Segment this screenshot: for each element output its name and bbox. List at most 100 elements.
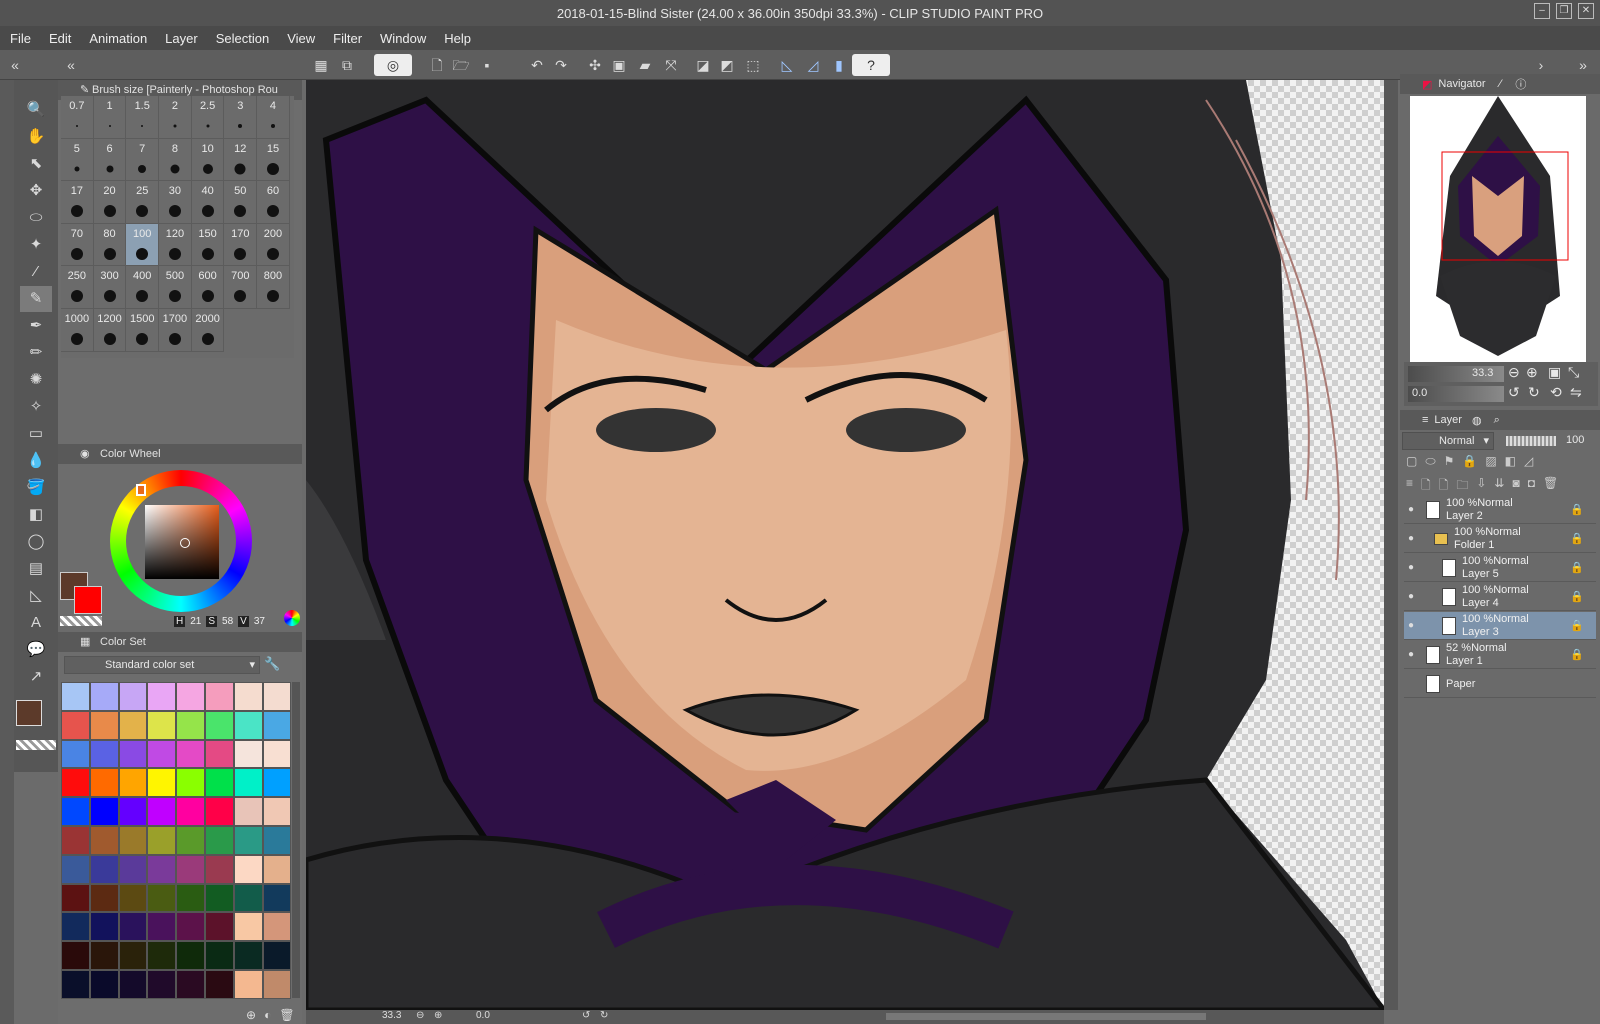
mask-enable-icon[interactable]: ◧ xyxy=(1505,454,1516,474)
new-file-icon[interactable]: 🗋 xyxy=(426,54,448,76)
visibility-eye-icon[interactable]: ● xyxy=(1408,504,1414,515)
move-layer-icon[interactable]: ✥ xyxy=(20,178,52,204)
color-set-swatch[interactable] xyxy=(233,739,263,769)
expand-right-icon[interactable]: › xyxy=(1530,54,1552,76)
brush-size-option[interactable]: 50 xyxy=(224,181,258,224)
color-set-swatch[interactable] xyxy=(118,710,148,740)
drawing-canvas[interactable] xyxy=(306,80,1384,1010)
decoration-icon[interactable]: ✧ xyxy=(20,394,52,420)
new-raster-layer-icon[interactable]: 🗋 xyxy=(1421,476,1431,496)
brush-size-option[interactable]: 1200 xyxy=(93,308,127,352)
color-set-swatch[interactable] xyxy=(262,969,292,999)
color-set-swatch[interactable] xyxy=(176,969,205,999)
help-button[interactable]: ? xyxy=(852,54,890,76)
color-set-swatch[interactable] xyxy=(61,768,90,798)
color-set-swatch[interactable] xyxy=(147,768,177,798)
color-set-swatch[interactable] xyxy=(118,825,148,855)
color-set-swatch[interactable] xyxy=(118,941,148,970)
maximize-button[interactable]: ❐ xyxy=(1556,3,1572,19)
redo-icon[interactable]: ↷ xyxy=(550,54,572,76)
layer-row-paper[interactable]: Paper xyxy=(1404,670,1596,698)
color-set-swatch[interactable] xyxy=(89,941,119,970)
color-set-swatch[interactable] xyxy=(61,797,90,826)
eraser-icon[interactable]: ▭ xyxy=(20,421,52,447)
color-set-swatch[interactable] xyxy=(147,854,177,884)
brush-size-option[interactable]: 400 xyxy=(126,266,160,309)
layer-property-tab-icon[interactable]: ◍ xyxy=(1472,414,1482,427)
color-set-swatch[interactable] xyxy=(176,797,205,826)
color-set-swatch[interactable] xyxy=(147,969,177,999)
horizontal-scrollbar[interactable] xyxy=(886,1013,1206,1020)
hue-handle[interactable] xyxy=(136,484,146,496)
snap-ruler-icon[interactable]: ◺ xyxy=(776,54,798,76)
color-set-swatch[interactable] xyxy=(176,883,205,913)
hand-tool-icon[interactable]: ✋ xyxy=(20,124,52,150)
brush-size-option[interactable]: 1 xyxy=(93,96,127,139)
collapse-left-icon[interactable]: « xyxy=(4,54,26,76)
selection-tool-icon[interactable]: ⬭ xyxy=(20,205,52,231)
layer-lock-icon[interactable]: 🔒 xyxy=(1570,561,1584,574)
color-set-swatch[interactable] xyxy=(118,883,148,913)
brush-size-option[interactable]: 800 xyxy=(257,266,290,309)
visibility-eye-icon[interactable]: ● xyxy=(1408,620,1414,631)
color-set-swatch[interactable] xyxy=(233,912,263,942)
color-set-select[interactable]: Standard color set ▾ xyxy=(64,656,260,674)
snap-special-ruler-icon[interactable]: ◿ xyxy=(802,54,824,76)
brush-size-option[interactable]: 700 xyxy=(224,266,258,309)
clear-outside-icon[interactable]: ▣ xyxy=(608,54,630,76)
color-set-swatch[interactable] xyxy=(262,854,292,884)
brush-size-option[interactable]: 70 xyxy=(61,223,94,267)
color-set-swatch[interactable] xyxy=(262,825,292,855)
main-color-swatch[interactable] xyxy=(16,700,42,726)
brush-size-option[interactable]: 500 xyxy=(159,266,192,309)
selection-icon[interactable]: ⬚ xyxy=(742,54,764,76)
brush-size-option[interactable]: 5 xyxy=(61,138,94,182)
brush-size-option[interactable]: 2 xyxy=(159,96,192,139)
reference-layer-icon[interactable]: ⬭ xyxy=(1425,454,1435,474)
color-set-swatch[interactable] xyxy=(262,710,292,740)
ruler-show-icon[interactable]: ◿ xyxy=(1524,454,1533,474)
brush-size-option[interactable]: 1500 xyxy=(126,308,160,352)
minimize-button[interactable]: – xyxy=(1534,3,1550,19)
gradient-tool-icon[interactable]: ◧ xyxy=(20,502,52,528)
rotate-left-icon[interactable]: ↺ xyxy=(582,1010,590,1021)
color-set-swatch[interactable] xyxy=(233,682,263,711)
frame-tool-icon[interactable]: ▤ xyxy=(20,556,52,582)
new-folder-icon[interactable]: 🗀 xyxy=(1456,476,1468,496)
color-set-swatch[interactable] xyxy=(204,797,234,826)
rotate-right-icon[interactable]: ↻ xyxy=(600,1010,608,1021)
color-set-swatch[interactable] xyxy=(176,854,205,884)
color-set-swatch[interactable] xyxy=(233,969,263,999)
visibility-eye-icon[interactable]: ● xyxy=(1408,562,1414,573)
apply-mask-icon[interactable]: ◘ xyxy=(1528,476,1535,496)
brush-size-option[interactable]: 3 xyxy=(224,96,258,139)
color-set-swatch[interactable] xyxy=(147,825,177,855)
color-set-swatch[interactable] xyxy=(147,912,177,942)
lock-layer-icon[interactable]: 🔒 xyxy=(1462,454,1477,474)
zoom-in-icon[interactable]: ⊕ xyxy=(434,1010,442,1021)
layer-lock-icon[interactable]: 🔒 xyxy=(1570,619,1584,632)
brush-size-option[interactable]: 2000 xyxy=(191,308,225,352)
vertical-scrollbar[interactable] xyxy=(1384,80,1398,1010)
zoom-out-icon[interactable]: ⊖ xyxy=(1508,364,1520,381)
rotate-left-icon[interactable]: ↺ xyxy=(1508,384,1520,401)
brush-size-option[interactable]: 150 xyxy=(191,223,225,267)
color-set-swatch[interactable] xyxy=(204,854,234,884)
brush-size-option[interactable]: 17 xyxy=(61,181,94,224)
color-set-swatch[interactable] xyxy=(118,854,148,884)
brush-size-option[interactable]: 200 xyxy=(257,223,290,267)
item-bank-tab-icon[interactable]: ⓘ xyxy=(1515,76,1526,92)
layer-row-layer-1[interactable]: ● 52 %Normal Layer 1 🔒 xyxy=(1404,641,1596,669)
color-set-swatch[interactable] xyxy=(233,768,263,798)
color-set-swatch[interactable] xyxy=(204,710,234,740)
open-icon[interactable]: 🗁 xyxy=(450,54,472,76)
color-set-swatch[interactable] xyxy=(233,883,263,913)
color-set-swatch[interactable] xyxy=(61,854,90,884)
color-set-swatch[interactable] xyxy=(61,969,90,999)
merge-down-icon[interactable]: ⇊ xyxy=(1494,476,1504,496)
menu-animation[interactable]: Animation xyxy=(89,31,147,46)
layer-menu-icon[interactable]: ≡ xyxy=(1406,476,1413,496)
color-set-swatch[interactable] xyxy=(233,710,263,740)
fill-icon[interactable]: ▰ xyxy=(634,54,656,76)
navigator-preview[interactable] xyxy=(1410,96,1586,362)
